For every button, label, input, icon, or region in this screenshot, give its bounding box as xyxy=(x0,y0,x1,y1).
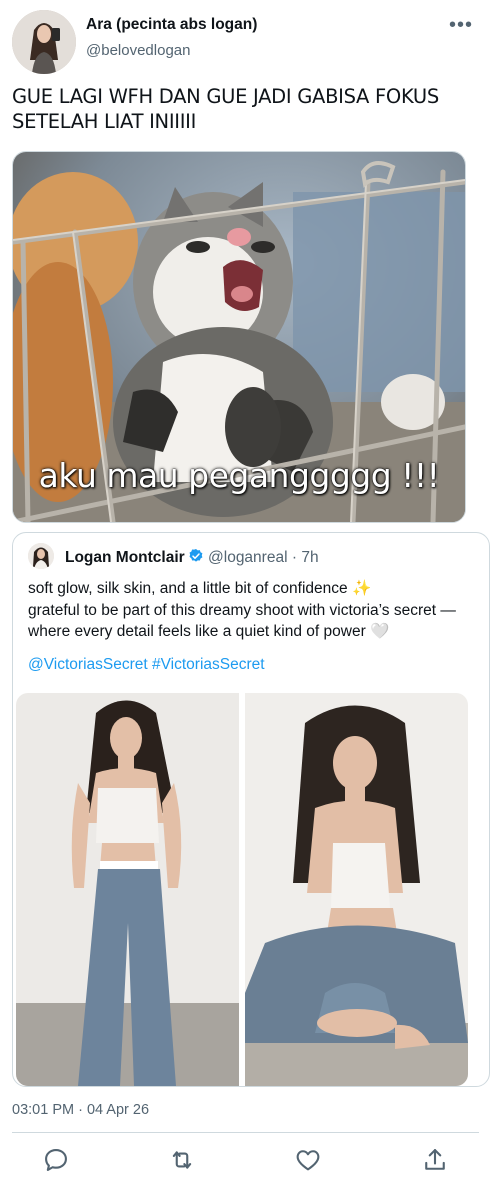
quoted-text-line: grateful to be part of this dreamy shoot… xyxy=(28,601,456,619)
quoted-text: soft glow, silk skin, and a little bit o… xyxy=(28,578,478,643)
action-bar xyxy=(0,1146,491,1180)
meta-separator: · xyxy=(291,549,298,566)
quoted-text-line: where every detail feels like a quiet ki… xyxy=(28,623,390,640)
quoted-tweet[interactable]: Logan Montclair @loganreal · 7h soft glo… xyxy=(12,532,490,1087)
reply-icon[interactable] xyxy=(42,1146,72,1176)
quoted-photo-seated[interactable] xyxy=(245,693,468,1086)
share-icon[interactable] xyxy=(421,1146,451,1176)
more-horizontal-icon[interactable]: ••• xyxy=(449,14,473,37)
quoted-text-line: soft glow, silk skin, and a little bit o… xyxy=(28,580,372,597)
divider xyxy=(12,1132,479,1133)
quoted-tags: @VictoriasSecret #VictoriasSecret xyxy=(28,656,265,674)
heart-icon[interactable] xyxy=(294,1146,324,1176)
mention-link[interactable]: @VictoriasSecret xyxy=(28,656,148,673)
quoted-author-name[interactable]: Logan Montclair xyxy=(65,549,185,566)
quoted-author-handle[interactable]: @loganreal xyxy=(208,549,288,566)
tweet-text: GUE LAGI WFH DAN GUE JADI GABISA FOKUS S… xyxy=(12,85,439,133)
quoted-photo-standing[interactable] xyxy=(16,693,239,1086)
tweet-timestamp[interactable]: 03:01 PM · 04 Apr 26 xyxy=(12,1102,149,1118)
hashtag-link[interactable]: #VictoriasSecret xyxy=(152,656,265,673)
media-caption: aku mau peganggggg !!! xyxy=(38,456,440,495)
verified-badge-icon xyxy=(189,549,203,562)
tweet-media-image[interactable]: aku mau peganggggg !!! xyxy=(12,151,466,523)
quoted-avatar[interactable] xyxy=(28,543,54,569)
quoted-time[interactable]: 7h xyxy=(301,549,318,566)
author-name[interactable]: Ara (pecinta abs logan) xyxy=(86,16,257,34)
author-handle[interactable]: @belovedlogan xyxy=(86,42,190,59)
author-avatar[interactable] xyxy=(12,10,76,74)
retweet-icon[interactable] xyxy=(168,1146,198,1176)
